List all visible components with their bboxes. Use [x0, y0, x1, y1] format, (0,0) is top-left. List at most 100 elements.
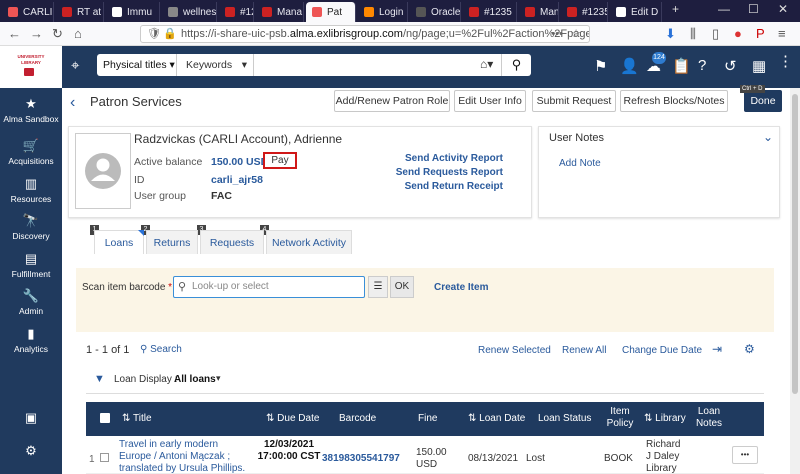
- minimize-button[interactable]: —: [718, 2, 730, 16]
- sidebar-item-alma-sandbox[interactable]: ★ Alma Sandbox: [0, 96, 62, 124]
- scan-barcode-input[interactable]: ⚲ Look-up or select: [173, 276, 365, 298]
- search-home-icon[interactable]: ⌂▾: [480, 57, 493, 71]
- search-icon[interactable]: ⚲: [501, 54, 531, 76]
- collapse-chevron-icon[interactable]: ⌄: [763, 130, 773, 144]
- browser-tab[interactable]: Pat: [306, 2, 356, 22]
- browser-tab[interactable]: CARLI: [2, 2, 54, 22]
- history-icon[interactable]: ↺: [724, 57, 737, 75]
- filter-icon[interactable]: ▼: [94, 373, 105, 385]
- browser-tab[interactable]: Mana: [256, 2, 304, 22]
- user-icon[interactable]: 👤: [620, 57, 639, 75]
- search-scope-select[interactable]: Physical titles ▾: [97, 54, 177, 76]
- sidebar-item-settings[interactable]: ⚙: [0, 443, 62, 461]
- reload-icon[interactable]: ↻: [52, 26, 63, 42]
- browser-tab[interactable]: #1235: [561, 2, 608, 22]
- send-requests-report-link[interactable]: Send Requests Report: [389, 167, 503, 178]
- sidebar-item-fulfillment[interactable]: ▤ Fulfillment: [0, 251, 62, 279]
- done-button[interactable]: Done: [744, 90, 782, 112]
- tab-network-activity[interactable]: Network Activity: [266, 230, 352, 254]
- change-due-date-link[interactable]: Change Due Date: [622, 345, 702, 356]
- more-icon[interactable]: ⋮: [778, 52, 793, 70]
- extension-icon[interactable]: ●: [734, 26, 742, 41]
- renew-selected-link[interactable]: Renew Selected: [478, 345, 551, 356]
- clipboard-icon[interactable]: 📋: [672, 57, 691, 75]
- search-field-select[interactable]: Keywords ▾: [180, 54, 254, 76]
- gear-icon[interactable]: ⚙: [744, 342, 755, 356]
- sidebar-item-acquisitions[interactable]: 🛒 Acquisitions: [0, 138, 62, 166]
- col-loan-notes[interactable]: Loan Notes: [692, 406, 726, 430]
- browser-tab[interactable]: Mana: [519, 2, 559, 22]
- tab-returns[interactable]: Returns: [146, 230, 198, 254]
- url-bar[interactable]: 🛡 🔒 https://i-share-uic-psb.alma.exlibri…: [140, 25, 590, 43]
- forward-icon[interactable]: →: [30, 26, 43, 41]
- col-due-date[interactable]: ⇅ Due Date: [266, 413, 319, 425]
- edit-user-info-button[interactable]: Edit User Info: [454, 90, 526, 112]
- page-options-icon[interactable]: •••: [551, 26, 563, 42]
- col-item-policy[interactable]: Item Policy: [602, 406, 638, 430]
- tab-loans[interactable]: Loans: [94, 230, 144, 254]
- page-scrollbar-thumb[interactable]: [792, 94, 798, 394]
- chevron-down-icon[interactable]: ▾: [216, 373, 221, 384]
- sidebar-item-analytics[interactable]: ▮ Analytics: [0, 326, 62, 354]
- row-checkbox[interactable]: [100, 453, 109, 462]
- ok-button[interactable]: OK: [390, 276, 414, 298]
- browser-tab[interactable]: RT at a: [56, 2, 104, 22]
- balance-value[interactable]: 150.00 USD: [211, 156, 268, 168]
- logo[interactable]: UNIVERSITY LIBRARY: [0, 46, 62, 88]
- sidebar-toggle-icon[interactable]: ▯: [712, 26, 719, 42]
- browser-tab[interactable]: wellness-g: [162, 2, 217, 22]
- col-barcode[interactable]: Barcode: [339, 413, 376, 425]
- browser-tab[interactable]: #1235: [219, 2, 254, 22]
- tab-requests[interactable]: Requests: [200, 230, 264, 254]
- table-row[interactable]: 1 Travel in early modern Europe / Antoni…: [86, 436, 764, 474]
- bookmark-star-icon[interactable]: ☆: [571, 26, 581, 42]
- search-input[interactable]: [257, 54, 477, 76]
- list-select-icon[interactable]: ☰: [368, 276, 388, 298]
- add-renew-patron-role-button[interactable]: Add/Renew Patron Role: [334, 90, 450, 112]
- export-icon[interactable]: ⇥: [712, 342, 722, 356]
- select-all-checkbox[interactable]: [100, 413, 110, 423]
- col-loan-status[interactable]: Loan Status: [538, 413, 591, 425]
- row-title-link[interactable]: Travel in early modern Europe / Antoni M…: [119, 439, 249, 474]
- library-icon[interactable]: ⫼: [690, 26, 696, 42]
- pay-button[interactable]: Pay: [263, 152, 297, 169]
- close-window-button[interactable]: ✕: [778, 2, 788, 16]
- browser-tab[interactable]: Immu: [106, 2, 160, 22]
- row-more-actions-button[interactable]: •••: [732, 446, 758, 464]
- new-tab-button[interactable]: +: [672, 2, 679, 16]
- sidebar-item-admin[interactable]: 🔧 Admin: [0, 288, 62, 316]
- browser-tab[interactable]: Oracle Ana: [410, 2, 461, 22]
- sidebar-item-resources[interactable]: ▥ Resources: [0, 176, 62, 204]
- help-icon[interactable]: ?: [698, 57, 706, 74]
- back-chevron-icon[interactable]: ‹: [70, 94, 75, 112]
- apps-grid-icon[interactable]: ▦: [752, 57, 766, 75]
- col-fine[interactable]: Fine: [418, 413, 437, 425]
- id-value[interactable]: carli_ajr58: [211, 174, 263, 186]
- col-library[interactable]: ⇅ Library: [644, 413, 686, 425]
- col-loan-date[interactable]: ⇅ Loan Date: [468, 413, 525, 425]
- create-item-link[interactable]: Create Item: [434, 282, 488, 293]
- browser-tab[interactable]: Login: [358, 2, 408, 22]
- sidebar-item-widget[interactable]: ▣: [0, 410, 62, 428]
- page-scrollbar[interactable]: [790, 88, 800, 474]
- back-icon[interactable]: ←: [8, 26, 21, 41]
- sidebar-item-discovery[interactable]: 🔭 Discovery: [0, 213, 62, 241]
- browser-tab[interactable]: #1235: [463, 2, 517, 22]
- location-icon[interactable]: ⚑: [594, 57, 607, 75]
- home-icon[interactable]: ⌂: [74, 26, 82, 41]
- add-note-link[interactable]: Add Note: [559, 158, 601, 169]
- col-title[interactable]: ⇅ Title: [122, 413, 152, 425]
- row-barcode-link[interactable]: 38198305541797: [322, 453, 400, 465]
- submit-request-button[interactable]: Submit Request: [532, 90, 616, 112]
- refresh-blocks-notes-button[interactable]: Refresh Blocks/Notes: [620, 90, 728, 112]
- renew-all-link[interactable]: Renew All: [562, 345, 606, 356]
- persistent-search-icon[interactable]: ⌖: [71, 57, 79, 74]
- send-activity-report-link[interactable]: Send Activity Report: [389, 153, 503, 164]
- send-return-receipt-link[interactable]: Send Return Receipt: [389, 181, 503, 192]
- menu-icon[interactable]: ≡: [778, 26, 786, 41]
- search-loans-link[interactable]: ⚲ Search: [140, 344, 182, 355]
- loan-display-value[interactable]: All loans: [174, 374, 216, 385]
- browser-tab[interactable]: Edit D: [610, 2, 662, 22]
- download-icon[interactable]: ⬇: [665, 26, 676, 42]
- pinterest-icon[interactable]: P: [756, 26, 765, 41]
